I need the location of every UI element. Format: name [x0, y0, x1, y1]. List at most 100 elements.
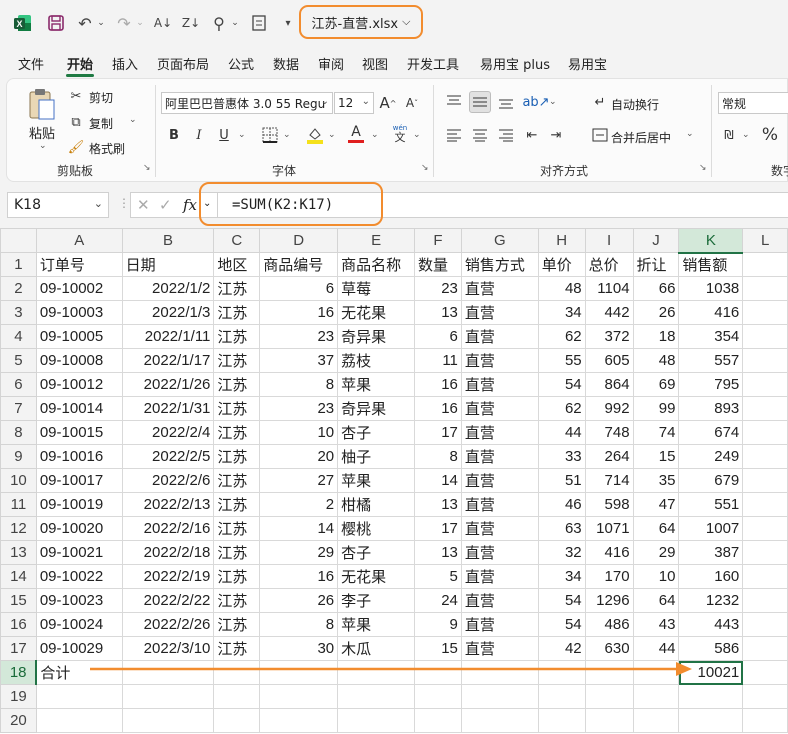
format-painter-button[interactable]: 格式刷 [89, 140, 125, 157]
tab-page-layout[interactable]: 页面布局 [157, 54, 209, 73]
number-format-select[interactable]: 常规 [718, 92, 788, 114]
font-color-letter: A [351, 123, 361, 140]
copy-button[interactable]: 复制 [89, 115, 113, 132]
form-icon[interactable] [249, 12, 269, 34]
search-icon[interactable]: ⚲ [208, 12, 230, 34]
separator [711, 85, 712, 177]
font-size-select[interactable]: 12 ⌄ [334, 92, 374, 114]
fill-color-icon[interactable] [304, 124, 326, 146]
copy-icon[interactable]: ⧉ [65, 111, 87, 133]
italic-button[interactable]: I [188, 124, 210, 146]
font-color-dropdown-icon[interactable]: ⌄ [371, 130, 379, 140]
cancel-icon[interactable]: ✕ [137, 196, 150, 214]
orientation-icon[interactable]: ab↗ [522, 91, 549, 113]
font-name-value: 阿里巴巴普惠体 3.0 55 Regu [165, 96, 326, 111]
insert-function-button[interactable]: fx [183, 196, 197, 214]
currency-dropdown-icon[interactable]: ⌄ [742, 130, 750, 140]
tab-yiyongbao-plus[interactable]: 易用宝 plus [480, 54, 550, 73]
paste-dropdown-icon[interactable]: ⌄ [39, 141, 47, 151]
tab-insert[interactable]: 插入 [112, 54, 138, 73]
decrease-font-icon[interactable]: Aˇ [401, 92, 423, 114]
merge-center-button[interactable]: 合并后居中 [611, 129, 671, 146]
font-color-icon[interactable]: A [345, 122, 367, 144]
active-tab-indicator [66, 74, 94, 77]
file-title[interactable]: 江苏-直营.xlsx ⌵ [299, 5, 423, 39]
tab-file[interactable]: 文件 [18, 54, 44, 73]
number-format-value: 常规 [722, 96, 747, 111]
font-group-title: 字体 [272, 164, 297, 178]
name-box-value: K18 [14, 197, 41, 213]
paste-button[interactable]: 粘贴 [29, 123, 55, 142]
borders-dropdown-icon[interactable]: ⌄ [283, 130, 291, 140]
sort-desc-icon[interactable]: Z↓ [180, 12, 202, 34]
name-box[interactable]: K18 ⌄ [7, 192, 109, 218]
align-top-icon[interactable] [443, 91, 465, 113]
align-left-icon[interactable] [443, 124, 465, 146]
undo-dropdown-icon[interactable]: ⌄ [96, 12, 106, 34]
undo-icon[interactable]: ↶ [74, 12, 96, 34]
borders-icon[interactable] [259, 124, 281, 146]
customize-icon[interactable]: ▾ [281, 12, 295, 34]
tab-home[interactable]: 开始 [67, 54, 93, 73]
merge-dropdown-icon[interactable]: ⌄ [686, 129, 694, 139]
chevron-down-icon: ⌵ [402, 15, 411, 28]
increase-font-icon[interactable]: A ^ [377, 92, 399, 114]
separator [155, 85, 156, 177]
cut-icon[interactable]: ✂ [65, 85, 87, 107]
file-title-text: 江苏-直营.xlsx [311, 16, 399, 32]
phonetic-dropdown-icon[interactable]: ⌄ [413, 130, 421, 140]
bold-button[interactable]: B [163, 124, 185, 146]
align-right-icon[interactable] [495, 124, 517, 146]
more-icon[interactable]: ⋮ [118, 196, 130, 210]
wrap-text-button[interactable]: 自动换行 [611, 96, 659, 113]
chevron-down-icon: ⌄ [361, 96, 370, 107]
cut-button[interactable]: 剪切 [89, 89, 113, 106]
wrap-text-icon[interactable]: ↵ [589, 91, 611, 113]
tab-view[interactable]: 视图 [362, 54, 388, 73]
tab-developer[interactable]: 开发工具 [407, 54, 459, 73]
align-center-icon[interactable] [469, 124, 491, 146]
increase-indent-icon[interactable]: ⇥ [545, 124, 567, 146]
title-bar: X ↶ ⌄ ↷ ⌄ A↓ Z↓ ⚲ ⌄ ▾ 江苏-直营.xlsx ⌵ [0, 0, 788, 46]
clipboard-launcher-icon[interactable]: ↘ [143, 163, 151, 173]
redo-icon[interactable]: ↷ [113, 12, 135, 34]
chevron-down-icon: ⌄ [93, 197, 103, 210]
percent-button[interactable]: % [759, 124, 781, 146]
separator [433, 85, 434, 177]
merge-center-icon[interactable] [589, 124, 611, 146]
alignment-launcher-icon[interactable]: ↘ [699, 163, 707, 173]
font-launcher-icon[interactable]: ↘ [421, 163, 429, 173]
underline-button[interactable]: U [213, 124, 235, 146]
spreadsheet-grid: ABCDEFGHIJKL 1 订单号 日期 地区 商品编号 商品名称 数量 销售方式 单价 总价折… [0, 228, 788, 734]
underline-dropdown-icon[interactable]: ⌄ [238, 130, 246, 140]
excel-logo-icon: X [12, 12, 34, 34]
paste-icon[interactable] [27, 87, 57, 121]
chevron-down-icon: ⌄ [320, 96, 329, 107]
enter-icon[interactable]: ✓ [159, 196, 172, 214]
copy-dropdown-icon[interactable]: ⌄ [129, 115, 137, 125]
font-size-value: 12 [338, 96, 354, 110]
currency-icon[interactable]: ₪ [718, 124, 740, 146]
font-color-swatch [348, 139, 364, 143]
tab-data[interactable]: 数据 [273, 54, 299, 73]
redo-dropdown-icon[interactable]: ⌄ [135, 12, 145, 34]
align-bottom-icon[interactable] [495, 91, 517, 113]
number-group-title: 数字 [771, 164, 788, 178]
align-middle-icon[interactable] [469, 91, 491, 113]
fill-color-dropdown-icon[interactable]: ⌄ [328, 130, 336, 140]
decrease-indent-icon[interactable]: ⇤ [521, 124, 543, 146]
phonetic-char: 文 [394, 131, 406, 144]
tab-formulas[interactable]: 公式 [228, 54, 254, 73]
phonetic-icon[interactable]: wén 文 [389, 122, 411, 144]
format-painter-icon[interactable]: 🖌 [65, 136, 87, 158]
tab-yiyongbao[interactable]: 易用宝 [568, 54, 607, 73]
tab-review[interactable]: 审阅 [318, 54, 344, 73]
font-name-select[interactable]: 阿里巴巴普惠体 3.0 55 Regu ⌄ [161, 92, 333, 114]
orientation-dropdown-icon[interactable]: ⌄ [549, 97, 557, 107]
search-dropdown-icon[interactable]: ⌄ [230, 12, 240, 34]
alignment-group-title: 对齐方式 [540, 164, 589, 178]
ribbon: 粘贴 ⌄ ✂ 剪切 ⧉ 复制 ⌄ 🖌 格式刷 剪贴板 ↘ 阿里巴巴普惠体 3.0… [6, 78, 788, 182]
ribbon-tabs: 文件 开始 插入 页面布局 公式 数据 审阅 视图 开发工具 易用宝 plus … [0, 46, 788, 76]
sort-asc-icon[interactable]: A↓ [152, 12, 174, 34]
save-icon[interactable] [45, 12, 67, 34]
